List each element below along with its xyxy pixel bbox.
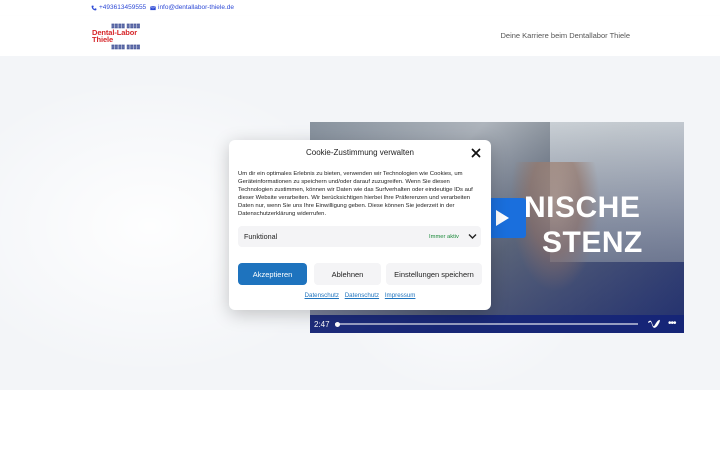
video-controls: 2:47 ••• [310,315,684,333]
envelope-icon [150,5,156,10]
cookie-dialog-text: Um dir ein optimales Erlebnis zu bieten,… [238,171,473,218]
cookie-category-label: Funktional [244,232,278,241]
video-progress-bar[interactable] [335,321,638,327]
email-link[interactable]: info@dentallabor-thiele.de [150,4,234,11]
more-options-icon[interactable]: ••• [668,319,676,329]
video-headline-line1: NISCHE [524,191,641,224]
cookie-dialog-links: Datenschutz Datenschutz Impressum [229,292,491,299]
phone-icon [91,5,97,10]
privacy-link[interactable]: Datenschutz [305,292,339,299]
phone-link[interactable]: +493613459555 [91,4,146,11]
close-icon[interactable] [471,148,481,158]
logo-text: Dental-Labor Thiele [92,27,138,44]
cookie-category-status: Immer aktiv [429,234,459,240]
accept-button[interactable]: Akzeptieren [238,263,307,285]
logo-ornament-bottom: ▓▓▓▓ ▓▓▓▓ [111,43,141,49]
top-bar: +493613459555 info@dentallabor-thiele.de [0,0,720,16]
cookie-dialog-title: Cookie-Zustimmung verwalten [305,148,415,157]
nav-item-career[interactable]: Deine Karriere beim Dentallabor Thiele [500,31,630,40]
chevron-down-icon[interactable] [468,233,477,240]
privacy-link-secondary[interactable]: Datenschutz [345,292,379,299]
save-preferences-button[interactable]: Einstellungen speichern [386,263,482,285]
deny-button[interactable]: Ablehnen [314,263,381,285]
logo-ornament-top: ▓▓▓▓ ▓▓▓▓ [111,22,141,28]
video-progress-knob[interactable] [335,321,340,327]
play-icon [496,210,509,226]
cookie-category-functional[interactable]: Funktional Immer aktiv [238,226,481,247]
video-duration: 2:47 [314,319,330,329]
email-address: info@dentallabor-thiele.de [158,4,234,11]
site-header: ▓▓▓▓ ▓▓▓▓ Dental-Labor Thiele ▓▓▓▓ ▓▓▓▓ … [0,16,720,56]
site-logo[interactable]: ▓▓▓▓ ▓▓▓▓ Dental-Labor Thiele ▓▓▓▓ ▓▓▓▓ [92,22,160,49]
vimeo-icon[interactable] [647,319,661,329]
video-headline-line2: STENZ [542,226,643,259]
imprint-link[interactable]: Impressum [385,292,416,299]
cookie-consent-dialog: Cookie-Zustimmung verwalten Um dir ein o… [229,140,491,310]
phone-number: +493613459555 [99,4,147,11]
